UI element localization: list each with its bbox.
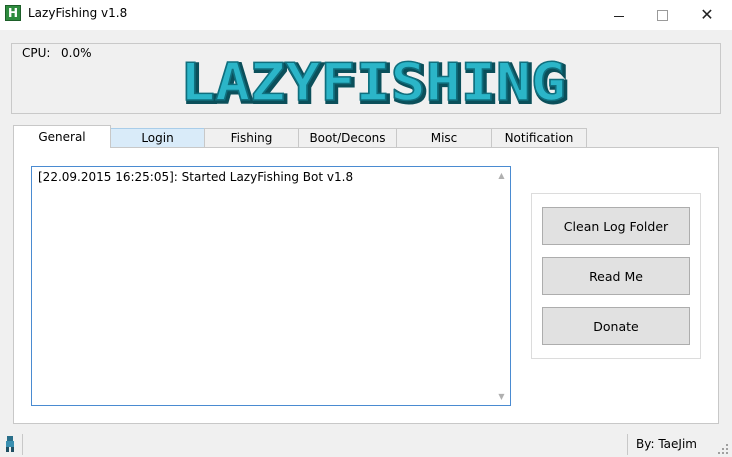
- tab-label: General: [38, 130, 86, 144]
- tab-misc[interactable]: Misc: [396, 128, 492, 147]
- status-divider: [627, 434, 628, 455]
- tab-label: Fishing: [230, 131, 273, 145]
- close-icon: ✕: [700, 5, 714, 24]
- tab-login[interactable]: Login: [110, 128, 205, 147]
- logo: LAZYFISHING LAZYFISHING: [179, 52, 570, 108]
- clean-log-folder-button[interactable]: Clean Log Folder: [542, 207, 690, 245]
- minimize-icon: [614, 15, 624, 17]
- scroll-down-icon[interactable]: ▼: [493, 388, 510, 405]
- tab-label: Misc: [430, 131, 458, 145]
- status-bar: [0, 432, 732, 457]
- tab-label: Login: [141, 131, 174, 145]
- scroll-up-icon[interactable]: ▲: [493, 167, 510, 184]
- maximize-button[interactable]: [639, 0, 685, 30]
- cpu-label: CPU:: [22, 46, 51, 60]
- app-icon-letter: H: [7, 6, 19, 20]
- status-divider: [22, 434, 23, 455]
- maximize-icon: [656, 9, 668, 21]
- log-scrollbar[interactable]: ▲ ▼: [493, 167, 510, 405]
- tab-notification[interactable]: Notification: [491, 128, 587, 147]
- author-label: By: TaeJim: [636, 437, 697, 451]
- tab-general[interactable]: General: [13, 125, 111, 148]
- tab-boot-decons[interactable]: Boot/Decons: [298, 128, 397, 147]
- window-title: LazyFishing v1.8: [28, 6, 128, 20]
- close-button[interactable]: ✕: [684, 0, 730, 30]
- logo-text: LAZYFISHING: [180, 53, 566, 108]
- read-me-button[interactable]: Read Me: [542, 257, 690, 295]
- donate-button[interactable]: Donate: [542, 307, 690, 345]
- tab-label: Notification: [504, 131, 574, 145]
- minimize-button[interactable]: [596, 0, 642, 30]
- tab-label: Boot/Decons: [309, 131, 386, 145]
- resize-grip-icon[interactable]: [718, 444, 728, 454]
- log-textbox[interactable]: [22.09.2015 16:25:05]: Started LazyFishi…: [31, 166, 511, 406]
- character-icon: [6, 436, 14, 452]
- app-icon: H: [5, 5, 21, 21]
- tab-fishing[interactable]: Fishing: [204, 128, 299, 147]
- cpu-value: 0.0%: [61, 46, 92, 60]
- log-line: [22.09.2015 16:25:05]: Started LazyFishi…: [38, 170, 354, 184]
